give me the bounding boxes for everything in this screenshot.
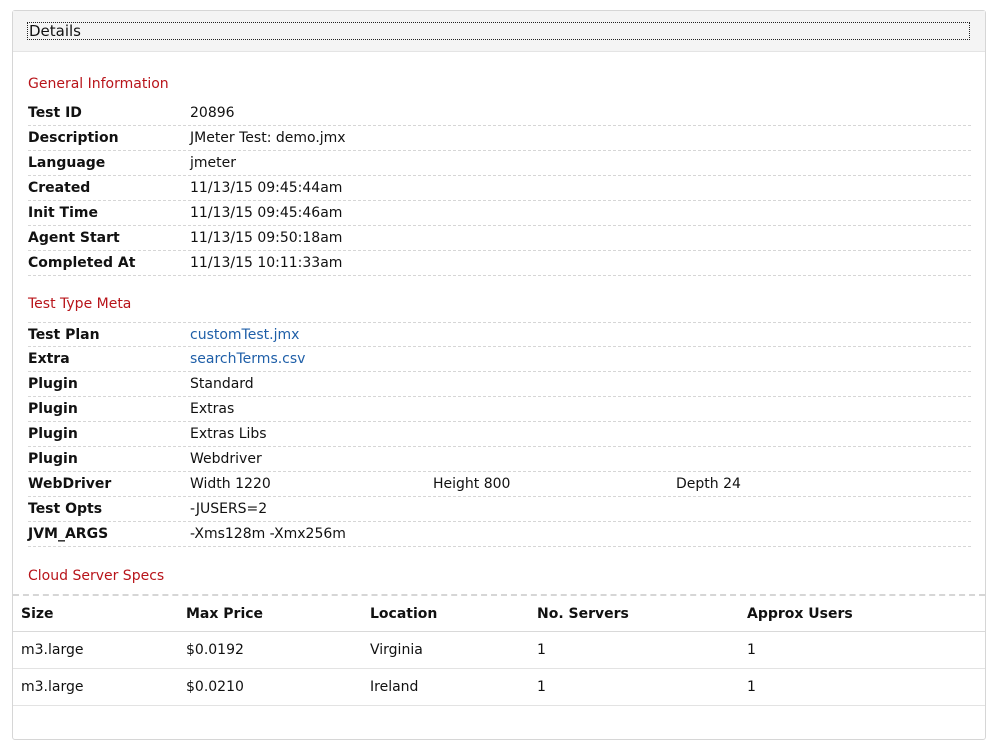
- general-information-title: General Information: [28, 76, 169, 92]
- kv-value: customTest.jmx: [190, 327, 299, 343]
- kv-key: WebDriver: [28, 476, 112, 492]
- kv-key: Extra: [28, 351, 70, 367]
- kv-value: 11/13/15 09:50:18am: [190, 230, 343, 246]
- kv-row: Test Plan customTest.jmx: [28, 322, 971, 347]
- column-header-location: Location: [370, 605, 438, 622]
- test-plan-link[interactable]: customTest.jmx: [190, 327, 299, 343]
- kv-value: jmeter: [190, 155, 236, 171]
- kv-row: Plugin Extras Libs: [28, 422, 971, 447]
- kv-key: Created: [28, 180, 91, 196]
- kv-row: Test Opts -JUSERS=2: [28, 497, 971, 522]
- column-header-size: Size: [21, 605, 54, 622]
- kv-value: -Xms128m -Xmx256m: [190, 526, 346, 542]
- kv-value: 20896: [190, 105, 235, 121]
- cell-size: m3.large: [21, 642, 84, 658]
- general-information-list: Test ID 20896 Description JMeter Test: d…: [28, 101, 971, 276]
- kv-row: Plugin Webdriver: [28, 447, 971, 472]
- extra-file-link[interactable]: searchTerms.csv: [190, 351, 305, 367]
- kv-row: Language jmeter: [28, 151, 971, 176]
- cell-max-price: $0.0192: [186, 642, 244, 658]
- kv-value: Standard: [190, 376, 254, 392]
- cloud-server-specs-table: Size Max Price Location No. Servers Appr…: [13, 594, 985, 706]
- kv-value: Extras: [190, 401, 235, 417]
- cell-location: Virginia: [370, 642, 423, 658]
- kv-key: Plugin: [28, 401, 78, 417]
- webdriver-width: Width 1220: [190, 476, 271, 492]
- kv-value: -JUSERS=2: [190, 501, 268, 517]
- kv-row: Agent Start 11/13/15 09:50:18am: [28, 226, 971, 251]
- kv-value: JMeter Test: demo.jmx: [190, 130, 346, 146]
- kv-row: Init Time 11/13/15 09:45:46am: [28, 201, 971, 226]
- panel-title[interactable]: Details: [27, 22, 970, 40]
- kv-key: Plugin: [28, 426, 78, 442]
- table-header-row: Size Max Price Location No. Servers Appr…: [13, 594, 985, 632]
- test-type-meta-title: Test Type Meta: [28, 296, 132, 312]
- kv-value: searchTerms.csv: [190, 351, 305, 367]
- kv-row: Completed At 11/13/15 10:11:33am: [28, 251, 971, 276]
- kv-value: 11/13/15 09:45:46am: [190, 205, 343, 221]
- kv-row: JVM_ARGS -Xms128m -Xmx256m: [28, 522, 971, 547]
- kv-key: Test Opts: [28, 501, 103, 517]
- panel-header: Details: [13, 11, 985, 52]
- cell-servers: 1: [537, 642, 546, 658]
- kv-value: Extras Libs: [190, 426, 267, 442]
- cell-approx-users: 1: [747, 642, 756, 658]
- kv-row: Created 11/13/15 09:45:44am: [28, 176, 971, 201]
- kv-key: Plugin: [28, 376, 78, 392]
- kv-key: Description: [28, 130, 119, 146]
- kv-row: Extra searchTerms.csv: [28, 347, 971, 372]
- kv-row: Description JMeter Test: demo.jmx: [28, 126, 971, 151]
- kv-key: Language: [28, 155, 106, 171]
- cloud-server-specs-title: Cloud Server Specs: [28, 568, 165, 584]
- kv-key: JVM_ARGS: [28, 526, 109, 542]
- details-panel: Details General Information Test ID 2089…: [12, 10, 986, 740]
- test-type-meta-list: Test Plan customTest.jmx Extra searchTer…: [28, 322, 971, 547]
- kv-value: 11/13/15 09:45:44am: [190, 180, 343, 196]
- kv-row: WebDriver Width 1220 Height 800 Depth 24: [28, 472, 971, 497]
- kv-value: Webdriver: [190, 451, 262, 467]
- kv-key: Test Plan: [28, 326, 100, 343]
- cell-max-price: $0.0210: [186, 679, 244, 695]
- kv-row: Plugin Extras: [28, 397, 971, 422]
- cell-size: m3.large: [21, 679, 84, 695]
- cell-location: Ireland: [370, 679, 419, 695]
- kv-key: Init Time: [28, 205, 98, 221]
- column-header-servers: No. Servers: [537, 605, 629, 622]
- kv-row: Test ID 20896: [28, 101, 971, 126]
- kv-key: Plugin: [28, 451, 78, 467]
- kv-key: Completed At: [28, 255, 136, 271]
- kv-key: Test ID: [28, 105, 82, 121]
- webdriver-depth: Depth 24: [676, 476, 741, 492]
- column-header-approx-users: Approx Users: [747, 605, 853, 622]
- table-row: m3.large $0.0210 Ireland 1 1: [13, 669, 985, 706]
- kv-key: Agent Start: [28, 230, 120, 246]
- column-header-max-price: Max Price: [186, 605, 264, 622]
- kv-row: Plugin Standard: [28, 372, 971, 397]
- kv-value: 11/13/15 10:11:33am: [190, 255, 343, 271]
- webdriver-height: Height 800: [433, 476, 511, 492]
- table-row: m3.large $0.0192 Virginia 1 1: [13, 632, 985, 669]
- cell-approx-users: 1: [747, 679, 756, 695]
- cell-servers: 1: [537, 679, 546, 695]
